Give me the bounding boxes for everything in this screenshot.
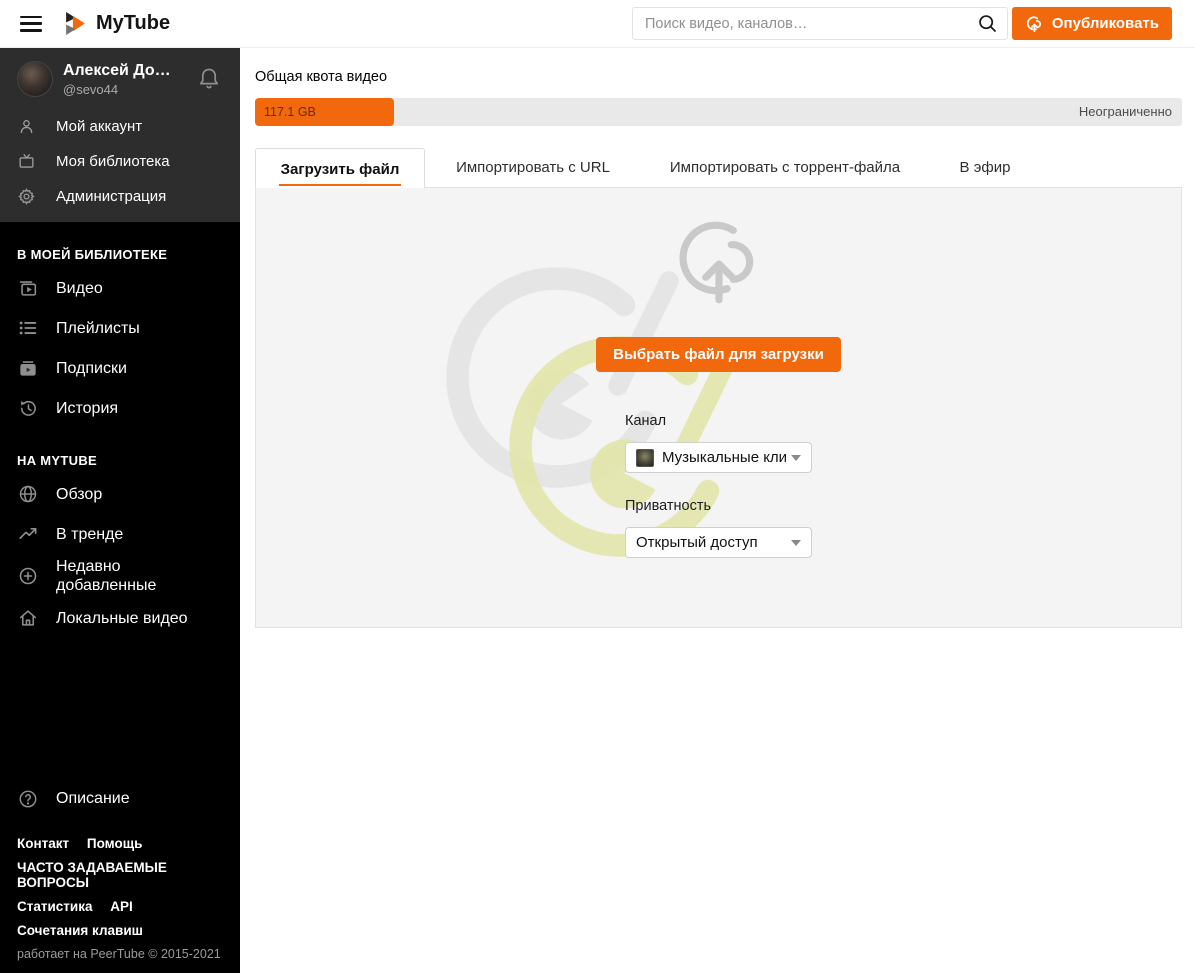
- sidebar-item-label: Видео: [56, 279, 103, 297]
- quota-used-value: 117.1 GB: [264, 105, 316, 119]
- upload-tabs: Загрузить файл Импортировать с URL Импор…: [255, 148, 1182, 188]
- quota-limit-value: Неограниченно: [1078, 104, 1172, 119]
- app-title: MyTube: [96, 12, 171, 34]
- user-handle: @sevo44: [63, 81, 119, 97]
- search-icon[interactable]: [977, 13, 998, 34]
- sidebar-item-trending[interactable]: В тренде: [0, 514, 240, 554]
- tab-upload-file[interactable]: Загрузить файл: [255, 148, 425, 188]
- search-box: [632, 7, 1008, 40]
- globe-icon: [17, 483, 39, 505]
- sidebar-item-label: Локальные видео: [56, 609, 188, 627]
- upload-cloud-icon: [667, 214, 771, 313]
- plus-circle-icon: [17, 565, 39, 587]
- account-block: Алексей До… @sevo44 Мой аккаунт Моя библ…: [0, 48, 240, 222]
- bell-icon[interactable]: [197, 66, 221, 92]
- footer-link-contact[interactable]: Контакт: [17, 836, 69, 851]
- sidebar-item-about[interactable]: Описание: [17, 788, 223, 810]
- sidebar-item-label: Администрация: [56, 188, 167, 205]
- top-bar: MyTube Опубликовать: [0, 0, 1195, 48]
- quota-progress-bar: 117.1 GB Неограниченно: [255, 98, 1182, 126]
- sidebar-item-label: Моя библиотека: [56, 153, 170, 170]
- gear-icon: [17, 187, 36, 206]
- channel-label: Канал: [625, 413, 667, 429]
- footer-link-api[interactable]: API: [110, 899, 133, 914]
- footer-link-faq[interactable]: ЧАСТО ЗАДАВАЕМЫЕ ВОПРОСЫ: [17, 860, 167, 890]
- trending-icon: [17, 523, 39, 545]
- channel-select[interactable]: Музыкальные клип: [625, 442, 812, 473]
- sidebar-item-my-library[interactable]: Моя библиотека: [0, 144, 240, 179]
- upload-cloud-icon: [1026, 16, 1041, 32]
- footer-link-stats[interactable]: Статистика: [17, 899, 92, 914]
- tv-icon: [17, 152, 36, 171]
- user-info[interactable]: Алексей До… @sevo44: [63, 62, 193, 97]
- avatar[interactable]: [17, 61, 53, 97]
- footer-link-shortcuts[interactable]: Сочетания клавиш: [17, 923, 143, 938]
- about-label: Описание: [56, 790, 130, 807]
- tab-go-live[interactable]: В эфир: [929, 148, 1041, 187]
- user-name: Алексей До…: [63, 61, 171, 79]
- upload-panel: Выбрать файл для загрузки Канал Музыкаль…: [255, 187, 1182, 628]
- privacy-label: Приватность: [625, 498, 712, 514]
- channel-avatar: [636, 448, 654, 467]
- chevron-down-icon: [791, 454, 801, 461]
- subscriptions-icon: [17, 357, 39, 379]
- sidebar-item-label: Недавно добавленные: [56, 558, 157, 594]
- main-content: Общая квота видео 117.1 GB Неограниченно…: [240, 48, 1195, 973]
- sidebar-section-title-instance: НА MYTUBE: [17, 453, 97, 468]
- chevron-down-icon: [791, 539, 801, 546]
- sidebar-item-label: В тренде: [56, 525, 124, 543]
- sidebar-item-label: Подписки: [56, 359, 127, 377]
- quota-label: Общая квота видео: [255, 69, 388, 85]
- sidebar-item-label: История: [56, 399, 119, 417]
- sidebar-item-label: Мой аккаунт: [56, 118, 143, 135]
- copyright: © 2015-2021: [148, 947, 221, 961]
- select-file-button[interactable]: Выбрать файл для загрузки: [596, 337, 841, 372]
- privacy-select[interactable]: Открытый доступ: [625, 527, 812, 558]
- sidebar-item-recently-added[interactable]: Недавно добавленные: [0, 554, 240, 598]
- play-logo-icon: [66, 12, 85, 35]
- sidebar-item-videos[interactable]: Видео: [0, 268, 240, 308]
- sidebar-section-title-library: В МОЕЙ БИБЛИОТЕКЕ: [17, 247, 168, 262]
- tab-import-torrent[interactable]: Импортировать с торрент-файла: [641, 148, 929, 187]
- question-circle-icon: [17, 788, 39, 810]
- powered-by: работает на PeerTube © 2015-2021: [17, 947, 223, 961]
- peertube-link[interactable]: работает на PeerTube: [17, 947, 145, 961]
- history-icon: [17, 397, 39, 419]
- hamburger-icon[interactable]: [20, 15, 42, 32]
- tab-import-url[interactable]: Импортировать с URL: [425, 148, 641, 187]
- sidebar-item-administration[interactable]: Администрация: [0, 179, 240, 214]
- footer-link-help[interactable]: Помощь: [87, 836, 143, 851]
- home-icon: [17, 607, 39, 629]
- sidebar-item-history[interactable]: История: [0, 388, 240, 428]
- sidebar-item-local-videos[interactable]: Локальные видео: [0, 598, 240, 638]
- user-icon: [17, 117, 36, 136]
- channel-selected-value: Музыкальные клип: [662, 449, 787, 466]
- sidebar-item-subscriptions[interactable]: Подписки: [0, 348, 240, 388]
- publish-button[interactable]: Опубликовать: [1011, 7, 1172, 40]
- privacy-selected-value: Открытый доступ: [636, 534, 758, 551]
- sidebar-item-label: Обзор: [56, 485, 103, 503]
- publish-label: Опубликовать: [1051, 15, 1159, 32]
- sidebar-item-my-account[interactable]: Мой аккаунт: [0, 109, 240, 144]
- sidebar: Алексей До… @sevo44 Мой аккаунт Моя библ…: [0, 48, 240, 973]
- search-input[interactable]: [632, 7, 1008, 40]
- video-icon: [17, 277, 39, 299]
- sidebar-footer: Описание Контакт Помощь ЧАСТО ЗАДАВАЕМЫЕ…: [0, 788, 240, 973]
- sidebar-item-label: Плейлисты: [56, 319, 140, 337]
- app-logo[interactable]: MyTube: [63, 11, 170, 36]
- sidebar-item-playlists[interactable]: Плейлисты: [0, 308, 240, 348]
- sidebar-item-discover[interactable]: Обзор: [0, 474, 240, 514]
- playlist-icon: [17, 317, 39, 339]
